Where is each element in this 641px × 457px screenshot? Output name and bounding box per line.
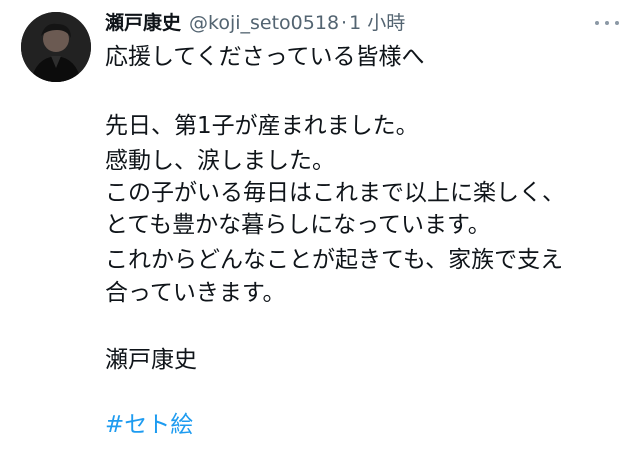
author-handle[interactable]: @koji_seto0518 bbox=[189, 8, 339, 38]
tweet-card[interactable]: 瀬戸康史 @koji_seto0518 · 1 小時 応援してくださっている皆様… bbox=[0, 0, 641, 457]
tweet-header: 瀬戸康史 @koji_seto0518 · 1 小時 bbox=[105, 8, 405, 38]
tweet-signature: 瀬戸康史 bbox=[105, 347, 197, 373]
more-dot bbox=[595, 21, 599, 25]
tweet-text-line: これからどんなことが起きても、家族で支え bbox=[105, 247, 564, 273]
more-dot bbox=[605, 21, 609, 25]
tweet-text-line: 感動し、涙しました。 bbox=[105, 148, 335, 174]
header-separator: · bbox=[341, 12, 348, 34]
tweet-timestamp[interactable]: 1 小時 bbox=[349, 8, 405, 38]
tweet-text-line: 先日、第1子が産まれました。 bbox=[105, 113, 419, 139]
more-dot bbox=[615, 21, 619, 25]
tweet-text-line: 合っていきます。 bbox=[105, 280, 286, 306]
profile-photo-avatar bbox=[21, 12, 91, 82]
tweet-text-line: この子がいる毎日はこれまで以上に楽しく、 bbox=[105, 180, 565, 206]
hashtag-link[interactable]: #セト絵 bbox=[105, 410, 193, 440]
tweet-text-line: 応援してくださっている皆様へ bbox=[105, 44, 425, 70]
more-horizontal-icon[interactable] bbox=[592, 14, 622, 32]
author-display-name[interactable]: 瀬戸康史 bbox=[105, 8, 181, 38]
avatar[interactable] bbox=[21, 12, 91, 82]
tweet-text-line: とても豊かな暮らしになっています。 bbox=[105, 212, 491, 238]
